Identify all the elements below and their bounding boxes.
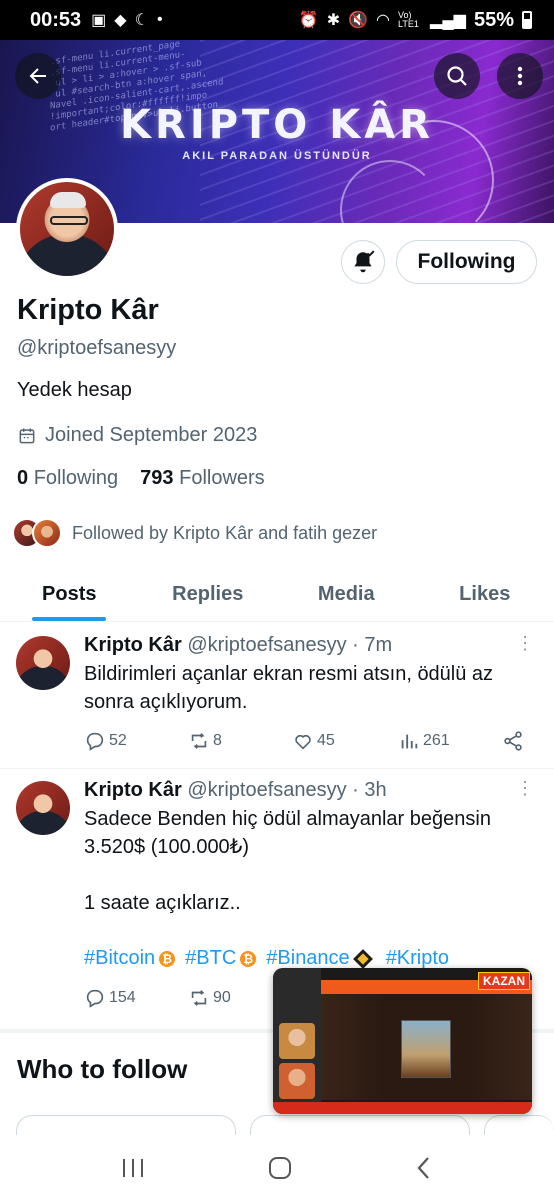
hashtag-link[interactable]: #BTC ₿ bbox=[185, 947, 257, 970]
hashtag-link[interactable]: #Binance bbox=[266, 947, 375, 970]
post-header: Kripto Kâr @kriptoefsanesyy · 3h bbox=[84, 779, 387, 802]
repost-button[interactable]: 8 bbox=[188, 730, 292, 752]
bitcoin-icon: ₿ bbox=[240, 950, 257, 967]
gallery-icon: ▣ bbox=[91, 12, 107, 29]
reply-icon bbox=[86, 732, 104, 751]
moon-icon: ☾ bbox=[134, 12, 149, 29]
notifications-button[interactable] bbox=[341, 240, 385, 284]
post-more-icon[interactable]: ⋮ bbox=[516, 779, 534, 797]
post-item[interactable]: Kripto Kâr @kriptoefsanesyy · 7m ⋮ Bildi… bbox=[0, 622, 554, 769]
reply-button[interactable]: 154 bbox=[84, 987, 188, 1009]
following-count-link[interactable]: 0 Following bbox=[17, 467, 118, 490]
views-button[interactable]: 261 bbox=[398, 730, 502, 752]
display-name: Kripto Kâr bbox=[17, 294, 159, 326]
followed-by-row[interactable]: Followed by Kripto Kâr and fatih gezer bbox=[12, 518, 377, 548]
video-bottom-bar bbox=[273, 1102, 532, 1114]
share-button[interactable] bbox=[502, 730, 524, 752]
tab-posts[interactable]: Posts bbox=[0, 568, 139, 621]
alarm-icon: ⏰ bbox=[298, 12, 319, 29]
binance-icon bbox=[352, 948, 373, 969]
wifi-icon: ◠ bbox=[376, 12, 391, 29]
views-chart-icon bbox=[401, 734, 418, 749]
app-notification-icon: ◆ bbox=[114, 12, 127, 29]
status-time: 00:53 bbox=[30, 8, 82, 31]
bitcoin-icon: ₿ bbox=[159, 950, 176, 967]
banner-brand: KRIPTO KÂR bbox=[120, 102, 434, 148]
arrow-left-icon bbox=[29, 68, 46, 84]
video-participant bbox=[279, 1023, 315, 1059]
profile-handle: @kriptoefsanesyy bbox=[17, 337, 177, 359]
video-badge: KAZAN bbox=[478, 972, 530, 990]
back-nav-button[interactable] bbox=[414, 1155, 434, 1181]
reply-icon bbox=[86, 989, 104, 1008]
search-icon bbox=[447, 66, 467, 86]
followed-by-text: Followed by Kripto Kâr and fatih gezer bbox=[72, 522, 378, 543]
video-image bbox=[401, 1020, 451, 1078]
back-button[interactable] bbox=[15, 53, 61, 99]
repost-icon bbox=[191, 733, 207, 749]
follower-avatar bbox=[32, 518, 62, 548]
follow-counts: 0 Following 793 Followers bbox=[17, 467, 265, 490]
battery-percent: 55% bbox=[473, 8, 514, 31]
system-nav-bar bbox=[0, 1135, 554, 1200]
repost-icon bbox=[191, 990, 207, 1006]
post-avatar[interactable] bbox=[16, 781, 70, 835]
tab-likes[interactable]: Likes bbox=[416, 568, 554, 621]
calendar-icon bbox=[19, 428, 35, 443]
post-author[interactable]: Kripto Kâr bbox=[84, 634, 182, 656]
home-button[interactable] bbox=[267, 1155, 293, 1181]
post-meta: @kriptoefsanesyy · 7m bbox=[187, 634, 393, 656]
video-participant bbox=[279, 1063, 315, 1099]
signal-icon: ▂▄▆ bbox=[430, 12, 466, 29]
post-more-icon[interactable]: ⋮ bbox=[516, 634, 534, 652]
bell-check-icon bbox=[354, 250, 375, 273]
profile-tabs: Posts Replies Media Likes bbox=[0, 568, 554, 622]
chevron-left-icon bbox=[417, 1156, 429, 1179]
hashtag-link[interactable]: #Kripto bbox=[386, 947, 449, 970]
more-vertical-icon bbox=[517, 66, 523, 86]
post-hashtags: #Bitcoin ₿ #BTC ₿ #Binance #Kripto bbox=[84, 947, 449, 970]
following-button[interactable]: Following bbox=[396, 240, 537, 284]
who-to-follow-heading: Who to follow bbox=[17, 1054, 188, 1084]
post-avatar[interactable] bbox=[16, 636, 70, 690]
tab-replies[interactable]: Replies bbox=[139, 568, 278, 621]
mute-icon: 🔇 bbox=[348, 12, 369, 29]
post-actions: 52 8 45 261 bbox=[84, 730, 529, 752]
post-author[interactable]: Kripto Kâr bbox=[84, 779, 182, 801]
hashtag-link[interactable]: #Bitcoin ₿ bbox=[84, 947, 176, 970]
post-header: Kripto Kâr @kriptoefsanesyy · 7m bbox=[84, 634, 392, 657]
joined-text: Joined September 2023 bbox=[45, 424, 258, 446]
profile-avatar[interactable] bbox=[16, 178, 118, 280]
post-text: Sadece Benden hiç ödül almayanlar beğens… bbox=[84, 808, 491, 914]
more-options-button[interactable] bbox=[497, 53, 543, 99]
bluetooth-icon: ✱ bbox=[326, 12, 341, 29]
home-icon bbox=[268, 1156, 291, 1179]
battery-icon bbox=[522, 11, 532, 29]
post-meta: @kriptoefsanesyy · 3h bbox=[187, 779, 387, 801]
banner-tagline: AKIL PARADAN ÜSTÜNDÜR bbox=[182, 150, 372, 162]
recent-apps-button[interactable] bbox=[120, 1156, 146, 1180]
search-button[interactable] bbox=[434, 53, 480, 99]
joined-date: Joined September 2023 bbox=[17, 424, 257, 447]
dot-icon: • bbox=[156, 11, 163, 28]
heart-icon bbox=[295, 734, 311, 750]
network-label: Vo) LTE1 bbox=[398, 10, 419, 29]
post-text: Bildirimleri açanlar ekran resmi atsın, … bbox=[84, 663, 494, 713]
recent-apps-icon bbox=[123, 1158, 144, 1177]
tab-media[interactable]: Media bbox=[277, 568, 416, 621]
share-icon bbox=[504, 731, 522, 751]
reply-button[interactable]: 52 bbox=[84, 730, 188, 752]
floating-video-player[interactable]: KAZAN bbox=[273, 968, 532, 1114]
profile-bio: Yedek hesap bbox=[17, 379, 132, 401]
like-button[interactable]: 45 bbox=[292, 730, 398, 752]
followers-count-link[interactable]: 793 Followers bbox=[140, 467, 265, 490]
status-bar: 00:53 ▣ ◆ ☾ • ⏰ ✱ 🔇 ◠ Vo) LTE1 ▂▄▆ 55% bbox=[0, 0, 554, 40]
